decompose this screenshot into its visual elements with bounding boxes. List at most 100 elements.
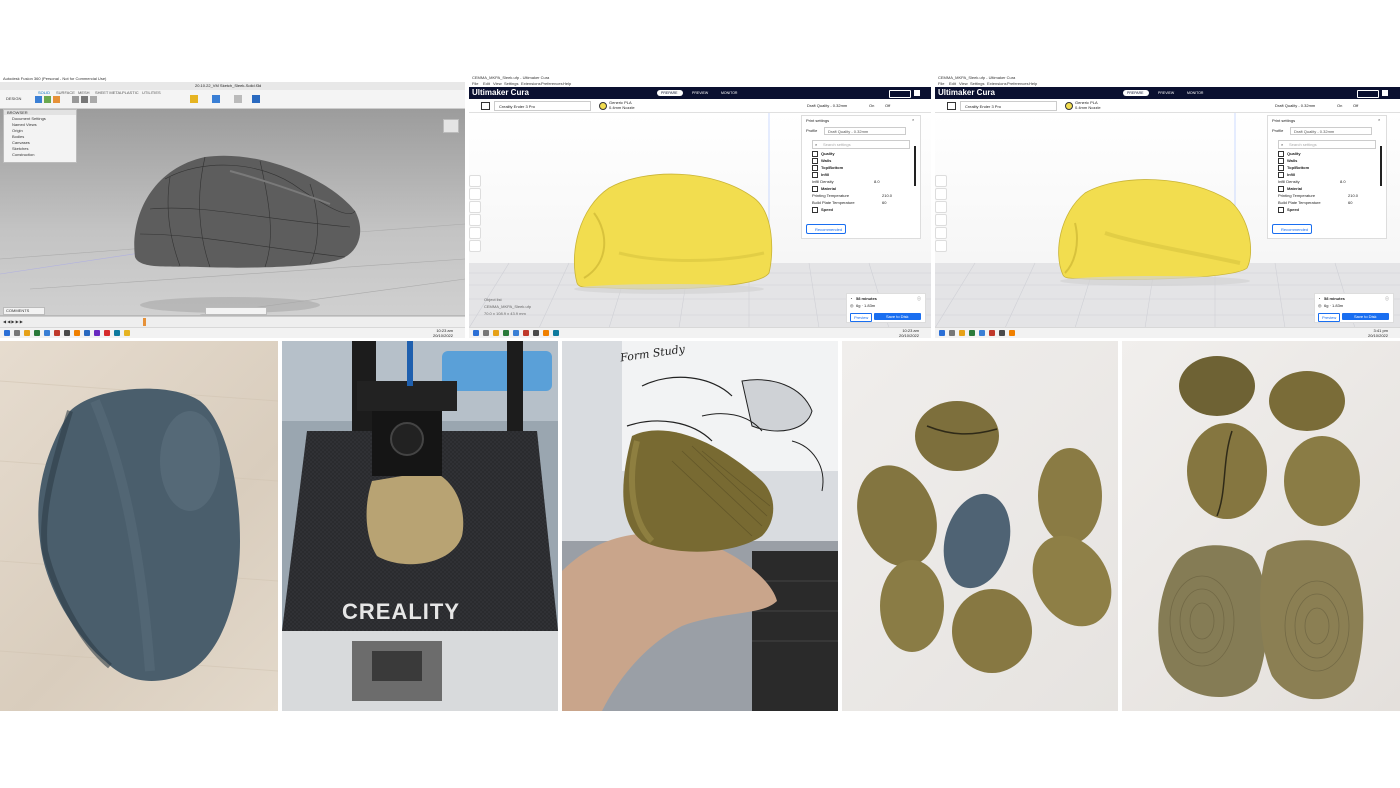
search-icon[interactable] [14, 330, 20, 336]
category-walls[interactable]: Walls [812, 157, 910, 164]
recommended-button[interactable]: Recommended [1272, 224, 1312, 234]
browser-item[interactable]: Origin [4, 128, 76, 133]
object-list-toggle[interactable]: Object list [484, 297, 502, 302]
recommended-button[interactable]: Recommended [806, 224, 846, 234]
open-file-icon[interactable] [481, 102, 490, 110]
app-icon[interactable] [44, 330, 50, 336]
menu-preferences[interactable]: Preferences [541, 81, 563, 86]
menu-view[interactable]: View [493, 81, 502, 86]
app-icon[interactable] [989, 330, 995, 336]
app-icon[interactable] [34, 330, 40, 336]
menu-edit[interactable]: Edit [483, 81, 490, 86]
preview-button[interactable]: Preview [1318, 313, 1340, 322]
scale-tool-icon[interactable] [935, 188, 947, 200]
stage-prepare[interactable]: PREPARE [1123, 90, 1149, 96]
menu-settings[interactable]: Settings [970, 81, 984, 86]
save-to-disk-button[interactable]: Save to Disk [1342, 313, 1389, 320]
toolbar-tab-utilities[interactable]: UTILITIES [142, 90, 161, 95]
setting-infill-density[interactable]: Infill Density 8.0 [812, 178, 910, 185]
toolbar-tab-plastic[interactable]: PLASTIC [122, 90, 139, 95]
navigation-bar[interactable] [205, 307, 267, 315]
category-speed[interactable]: Speed [812, 206, 910, 213]
category-quality[interactable]: Quality [812, 150, 910, 157]
menu-extensions[interactable]: Extensions [987, 81, 1007, 86]
save-to-disk-button[interactable]: Save to Disk [874, 313, 921, 320]
menu-extensions[interactable]: Extensions [521, 81, 541, 86]
open-file-icon[interactable] [947, 102, 956, 110]
stage-prepare[interactable]: PREPARE [657, 90, 683, 96]
browser-item[interactable]: Named Views [4, 122, 76, 127]
browser-item[interactable]: Document Settings [4, 116, 76, 121]
browser-item[interactable]: Sketches [4, 146, 76, 151]
app-icon[interactable] [503, 330, 509, 336]
menu-settings[interactable]: Settings [504, 81, 518, 86]
stage-monitor[interactable]: MONITOR [1187, 91, 1203, 96]
settings-scrollbar[interactable] [914, 146, 916, 186]
rotate-tool-icon[interactable] [469, 201, 481, 213]
mirror-tool-icon[interactable] [935, 214, 947, 226]
close-icon[interactable]: × [912, 117, 914, 122]
printing-temperature-value[interactable]: 210.0 [882, 192, 892, 199]
profile-selector[interactable]: Draft Quality - 0.32mm [1290, 127, 1372, 135]
stage-preview[interactable]: PREVIEW [1158, 91, 1174, 96]
app-icon[interactable] [523, 330, 529, 336]
preview-button[interactable]: Preview [850, 313, 872, 322]
app-icon[interactable] [553, 330, 559, 336]
timeline[interactable]: ◀ ◀ ▶ ▶ ▶ [0, 316, 465, 327]
design-workspace-button[interactable]: DESIGN [6, 96, 21, 101]
toolbar-tab-surface[interactable]: SURFACE [56, 90, 75, 95]
create-tool-icons[interactable] [35, 96, 65, 104]
browser-item[interactable]: Canvases [4, 140, 76, 145]
scale-tool-icon[interactable] [469, 188, 481, 200]
app-icon[interactable] [979, 330, 985, 336]
rotate-tool-icon[interactable] [935, 201, 947, 213]
app-icon[interactable] [493, 330, 499, 336]
info-icon[interactable]: ⓘ [1385, 296, 1389, 301]
app-icon[interactable] [949, 330, 955, 336]
infill-density-value[interactable]: 8.0 [874, 178, 880, 185]
viewcube-icon[interactable] [443, 119, 459, 133]
inspect-tool-icons[interactable] [190, 95, 270, 104]
material-selector[interactable]: Generic PLA 0.4mm Nozzle [599, 100, 679, 110]
printer-selector[interactable]: Creality Ender 3 Pro [494, 101, 591, 111]
category-quality[interactable]: Quality [1278, 150, 1376, 157]
print-setup-selector[interactable]: Draft Quality - 0.32mm On Off [799, 101, 919, 109]
app-icon[interactable] [483, 330, 489, 336]
fusion-doc-tab[interactable]: 20.10.22_VM Sketch_Sleek-Solid.f3d [195, 83, 261, 88]
category-material[interactable]: Material [1278, 185, 1376, 192]
build-plate-temperature-value[interactable]: 60 [1348, 199, 1352, 206]
support-blocker-icon[interactable] [469, 240, 481, 252]
timeline-marker[interactable] [143, 318, 146, 326]
category-walls[interactable]: Walls [1278, 157, 1376, 164]
menu-help[interactable]: Help [563, 81, 571, 86]
app-icon[interactable] [1009, 330, 1015, 336]
setting-printing-temperature[interactable]: Printing Temperature 210.0 [1278, 192, 1376, 199]
menu-preferences[interactable]: Preferences [1007, 81, 1029, 86]
profile-selector[interactable]: Draft Quality - 0.32mm [824, 127, 906, 135]
grid-menu-icon[interactable] [914, 90, 920, 96]
category-top-bottom[interactable]: Top/Bottom [812, 164, 910, 171]
modify-tool-icons[interactable] [72, 96, 112, 104]
per-model-settings-icon[interactable] [935, 227, 947, 239]
marketplace-button[interactable] [1357, 90, 1379, 98]
app-icon[interactable] [24, 330, 30, 336]
settings-search-input[interactable]: ⌕ Search settings [812, 140, 910, 149]
app-icon[interactable] [94, 330, 100, 336]
toolbar-tab-mesh[interactable]: MESH [78, 90, 90, 95]
stage-monitor[interactable]: MONITOR [721, 91, 737, 96]
app-icon[interactable] [84, 330, 90, 336]
app-icon[interactable] [54, 330, 60, 336]
app-icon[interactable] [969, 330, 975, 336]
app-icon[interactable] [114, 330, 120, 336]
app-icon[interactable] [74, 330, 80, 336]
material-selector[interactable]: Generic PLA 0.4mm Nozzle [1065, 100, 1145, 110]
setting-build-plate-temperature[interactable]: Build Plate Temperature 60 [1278, 199, 1376, 206]
support-blocker-icon[interactable] [935, 240, 947, 252]
printing-temperature-value[interactable]: 210.0 [1348, 192, 1358, 199]
category-speed[interactable]: Speed [1278, 206, 1376, 213]
app-icon[interactable] [104, 330, 110, 336]
print-setup-selector[interactable]: Draft Quality - 0.32mm On Off [1267, 101, 1387, 109]
menu-view[interactable]: View [959, 81, 968, 86]
per-model-settings-icon[interactable] [469, 227, 481, 239]
settings-search-input[interactable]: ⌕ Search settings [1278, 140, 1376, 149]
